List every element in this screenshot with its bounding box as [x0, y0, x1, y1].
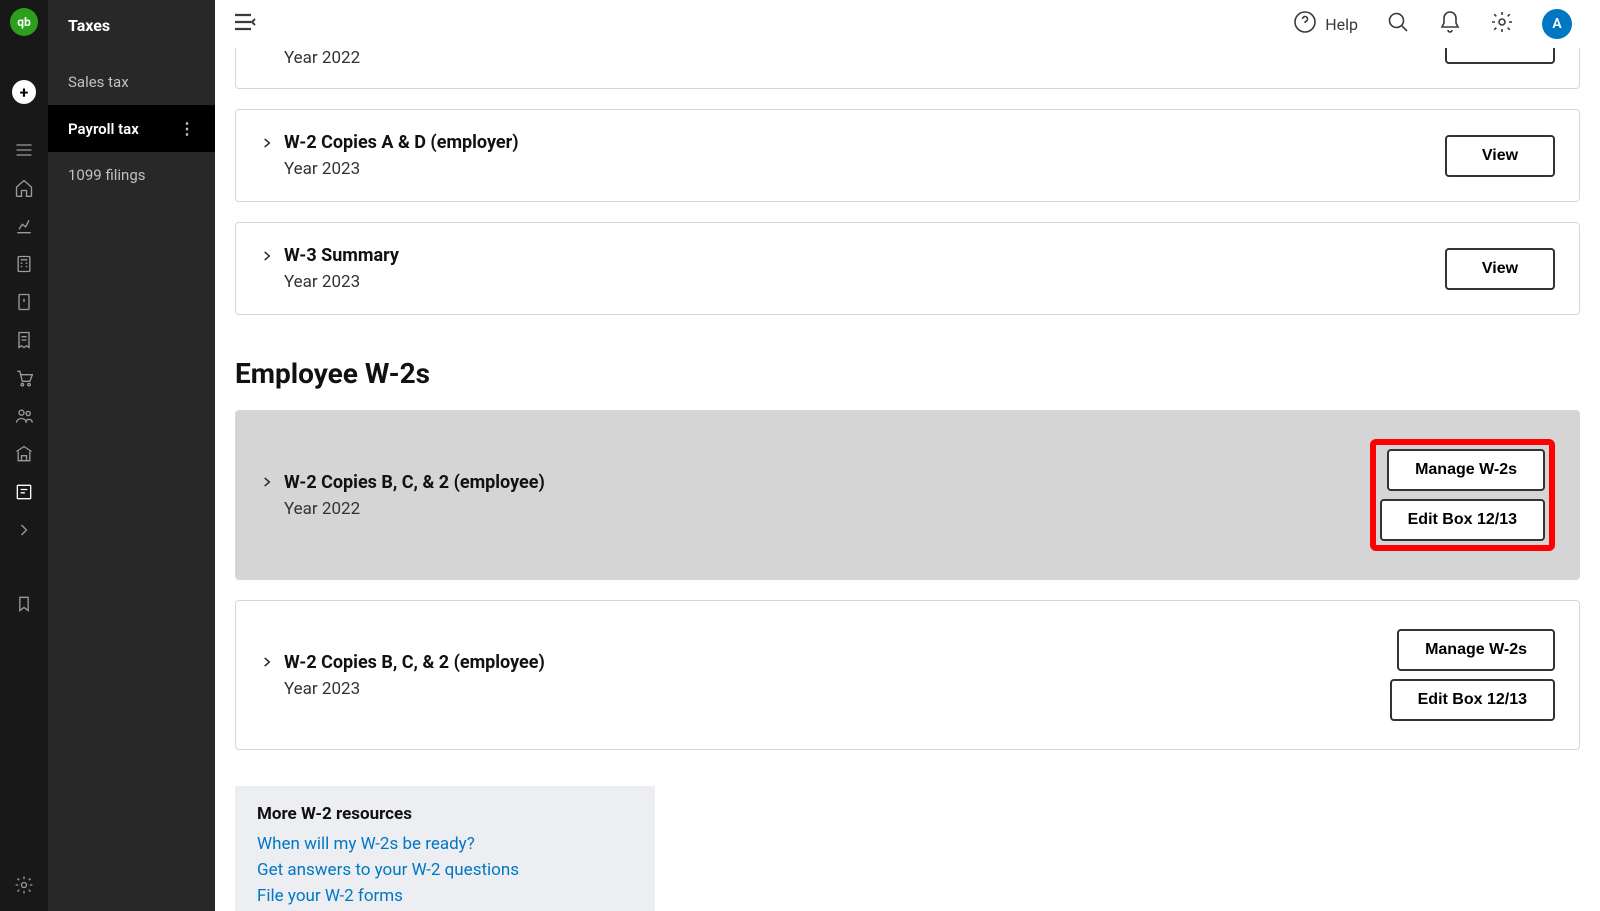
form-title-row[interactable]: W-3 Summary — [260, 245, 399, 266]
resource-link[interactable]: File your W-2 forms — [257, 886, 633, 906]
sidebar-item-1099-filings[interactable]: 1099 filings — [48, 152, 215, 198]
expand-icon[interactable] — [12, 518, 36, 542]
view-button[interactable]: View — [1445, 48, 1555, 64]
building-icon[interactable] — [12, 442, 36, 466]
notifications-icon[interactable] — [1438, 10, 1462, 38]
chevron-right-icon — [260, 655, 274, 669]
edit-box-12-13-button[interactable]: Edit Box 12/13 — [1390, 679, 1555, 721]
form-title-row[interactable]: W-2 Copies A & D (employer) — [260, 132, 519, 153]
employee-form-card: W-2 Copies B, C, & 2 (employee) Year 202… — [235, 410, 1580, 580]
sidebar-title: Taxes — [48, 0, 215, 59]
form-card: W-2 Copies A & D (employer) Year 2023 Vi… — [235, 109, 1580, 202]
chevron-right-icon — [260, 475, 274, 489]
manage-w2s-button[interactable]: Manage W-2s — [1387, 449, 1545, 491]
user-avatar[interactable]: A — [1542, 9, 1572, 39]
nav-icon-rail: qb + — [0, 0, 48, 911]
help-button[interactable]: Help — [1293, 10, 1358, 38]
form-year: Year 2022 — [284, 48, 360, 68]
view-button[interactable]: View — [1445, 248, 1555, 290]
sidebar-item-sales-tax[interactable]: Sales tax — [48, 59, 215, 105]
home-icon[interactable] — [12, 176, 36, 200]
menu-icon[interactable] — [12, 138, 36, 162]
form-title: W-2 Copies B, C, & 2 (employee) — [284, 652, 545, 673]
more-icon[interactable]: ⋮ — [179, 119, 195, 138]
search-icon[interactable] — [1386, 10, 1410, 38]
collapse-nav-icon[interactable] — [233, 12, 257, 36]
chevron-right-icon — [260, 136, 274, 150]
manage-w2s-button[interactable]: Manage W-2s — [1397, 629, 1555, 671]
form-year: Year 2023 — [284, 679, 545, 699]
cart-icon[interactable] — [12, 366, 36, 390]
employee-form-card: W-2 Copies B, C, & 2 (employee) Year 202… — [235, 600, 1580, 750]
brand-logo[interactable]: qb — [10, 8, 38, 36]
view-button[interactable]: View — [1445, 135, 1555, 177]
form-title-row[interactable]: W-2 Copies B, C, & 2 (employee) — [260, 472, 545, 493]
resources-panel: More W-2 resources When will my W-2s be … — [235, 786, 655, 911]
quick-create-button[interactable]: + — [12, 80, 36, 104]
highlighted-buttons: Manage W-2s Edit Box 12/13 — [1370, 439, 1555, 551]
resource-link[interactable]: When will my W-2s be ready? — [257, 834, 633, 854]
sidebar-item-payroll-tax[interactable]: Payroll tax⋮ — [48, 105, 215, 152]
form-year: Year 2023 — [284, 159, 519, 179]
form-title: W-3 Summary — [284, 245, 399, 266]
bookmark-icon[interactable] — [12, 592, 36, 616]
form-title: W-2 Copies A & D (employer) — [284, 132, 519, 153]
form-card: Year 2022 View — [235, 48, 1580, 89]
edit-box-12-13-button[interactable]: Edit Box 12/13 — [1380, 499, 1545, 541]
top-bar: Help A — [215, 0, 1600, 48]
employees-icon[interactable] — [12, 404, 36, 428]
form-year: Year 2022 — [284, 499, 545, 519]
taxes-icon[interactable] — [12, 480, 36, 504]
form-year: Year 2023 — [284, 272, 399, 292]
secondary-sidebar: Taxes Sales tax Payroll tax⋮ 1099 filing… — [48, 0, 215, 911]
bank-icon[interactable] — [12, 290, 36, 314]
form-title: W-2 Copies B, C, & 2 (employee) — [284, 472, 545, 493]
receipt-icon[interactable] — [12, 328, 36, 352]
settings-icon[interactable] — [12, 873, 36, 897]
form-card: W-3 Summary Year 2023 View — [235, 222, 1580, 315]
employee-w2-heading: Employee W-2s — [235, 357, 1580, 390]
resource-link[interactable]: Get answers to your W-2 questions — [257, 860, 633, 880]
resources-heading: More W-2 resources — [257, 804, 633, 824]
main-area: Help A Year 2022 View W-2 Copies A & D (… — [215, 0, 1600, 911]
calculator-icon[interactable] — [12, 252, 36, 276]
form-title-row[interactable]: W-2 Copies B, C, & 2 (employee) — [260, 652, 545, 673]
content-scroll: Year 2022 View W-2 Copies A & D (employe… — [215, 48, 1600, 911]
gear-icon[interactable] — [1490, 10, 1514, 38]
chevron-right-icon — [260, 249, 274, 263]
chart-icon[interactable] — [12, 214, 36, 238]
help-icon — [1293, 10, 1317, 38]
help-label: Help — [1325, 15, 1358, 34]
